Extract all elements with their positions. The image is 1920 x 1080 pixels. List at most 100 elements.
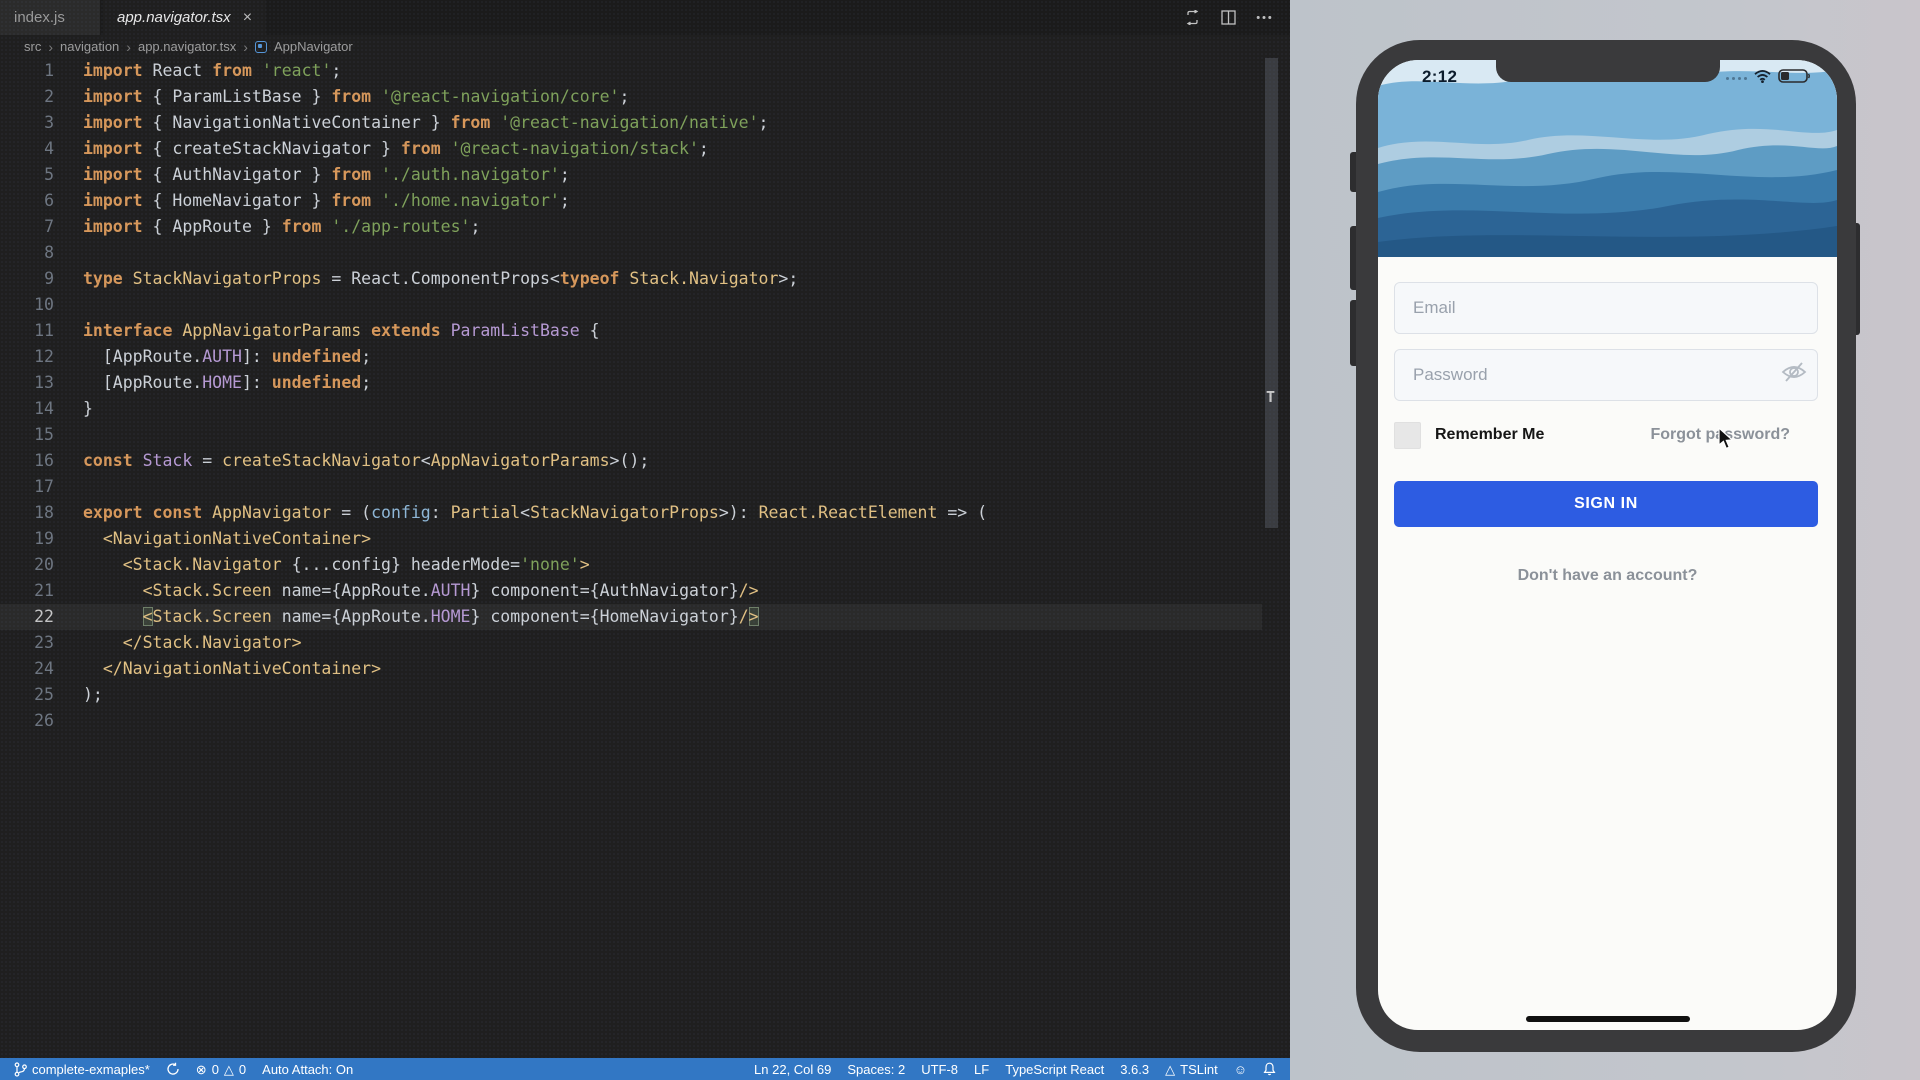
sync-item[interactable] — [166, 1062, 180, 1076]
line-number: 22 — [0, 604, 54, 630]
code-line[interactable]: 23 </Stack.Navigator> — [0, 630, 1262, 656]
code-line[interactable]: 24 </NavigationNativeContainer> — [0, 656, 1262, 682]
sign-in-button[interactable]: SIGN IN — [1394, 481, 1818, 527]
home-indicator[interactable] — [1526, 1016, 1690, 1022]
scrollbar-marker: T — [1266, 388, 1275, 406]
login-form: Remember Me Forgot password? SIGN IN Don… — [1378, 257, 1837, 1030]
code-line[interactable]: 16const Stack = createStackNavigator<App… — [0, 448, 1262, 474]
line-content: ); — [54, 682, 103, 708]
code-line[interactable]: 7import { AppRoute } from './app-routes'… — [0, 214, 1262, 240]
more-actions-icon[interactable] — [1256, 15, 1272, 20]
line-content — [54, 708, 83, 734]
encoding-item[interactable]: UTF-8 — [921, 1062, 958, 1077]
code-line[interactable]: 19 <NavigationNativeContainer> — [0, 526, 1262, 552]
problems-item[interactable]: ⊗ 0 △ 0 — [196, 1062, 246, 1077]
indentation-item[interactable]: Spaces: 2 — [847, 1062, 905, 1077]
notifications-bell-icon[interactable] — [1263, 1062, 1276, 1076]
code-line[interactable]: 3import { NavigationNativeContainer } fr… — [0, 110, 1262, 136]
line-number: 13 — [0, 370, 54, 396]
line-number: 14 — [0, 396, 54, 422]
editor-tab-bar: index.js app.navigator.tsx × — [0, 0, 1290, 35]
line-content — [54, 474, 83, 500]
git-branch-item[interactable]: complete-exmaples* — [14, 1062, 150, 1077]
close-icon[interactable]: × — [243, 9, 252, 27]
eol-item[interactable]: LF — [974, 1062, 989, 1077]
tab-index-js[interactable]: index.js — [0, 0, 100, 35]
email-input[interactable] — [1394, 282, 1818, 334]
warning-count: 0 — [239, 1062, 246, 1077]
tslint-item[interactable]: △ TSLint — [1165, 1062, 1218, 1077]
error-icon: ⊗ — [196, 1063, 207, 1076]
line-content: import { HomeNavigator } from './home.na… — [54, 188, 570, 214]
breadcrumb-item[interactable]: src — [24, 39, 41, 54]
line-content — [54, 240, 83, 266]
phone-status-bar: 2:12 — [1378, 60, 1837, 94]
git-branch-icon — [14, 1062, 27, 1077]
code-line[interactable]: 17 — [0, 474, 1262, 500]
auto-attach-item[interactable]: Auto Attach: On — [262, 1062, 353, 1077]
status-bar-left: complete-exmaples* ⊗ 0 △ 0 Auto Attach: … — [14, 1062, 353, 1077]
warning-icon: △ — [224, 1063, 234, 1076]
sync-icon — [166, 1062, 180, 1076]
code-line[interactable]: 25); — [0, 682, 1262, 708]
code-line[interactable]: 6import { HomeNavigator } from './home.n… — [0, 188, 1262, 214]
scrollbar-thumb[interactable] — [1265, 58, 1278, 528]
sign-up-link[interactable]: Don't have an account? — [1378, 567, 1837, 585]
line-number: 19 — [0, 526, 54, 552]
line-content: import { AuthNavigator } from './auth.na… — [54, 162, 570, 188]
line-number: 3 — [0, 110, 54, 136]
code-line[interactable]: 5import { AuthNavigator } from './auth.n… — [0, 162, 1262, 188]
code-line[interactable]: 26 — [0, 708, 1262, 734]
arrows-cycle-icon[interactable] — [1184, 10, 1201, 25]
line-number: 6 — [0, 188, 54, 214]
status-icons — [1726, 69, 1811, 88]
breadcrumb-separator: › — [48, 39, 53, 55]
code-line[interactable]: 12 [AppRoute.AUTH]: undefined; — [0, 344, 1262, 370]
line-content: } — [54, 396, 93, 422]
status-bar-right: Ln 22, Col 69 Spaces: 2 UTF-8 LF TypeScr… — [754, 1062, 1276, 1077]
line-content: import { createStackNavigator } from '@r… — [54, 136, 709, 162]
cursor-position-item[interactable]: Ln 22, Col 69 — [754, 1062, 831, 1077]
remember-label: Remember Me — [1435, 426, 1544, 444]
code-line[interactable]: 21 <Stack.Screen name={AppRoute.AUTH} co… — [0, 578, 1262, 604]
code-editor[interactable]: 1import React from 'react';2import { Par… — [0, 58, 1262, 1058]
forgot-password-link[interactable]: Forgot password? — [1650, 426, 1790, 444]
remember-checkbox[interactable] — [1394, 422, 1421, 449]
breadcrumb-item[interactable]: AppNavigator — [274, 39, 353, 54]
line-number: 21 — [0, 578, 54, 604]
breadcrumb-item[interactable]: app.navigator.tsx — [138, 39, 236, 54]
code-line[interactable]: 2import { ParamListBase } from '@react-n… — [0, 84, 1262, 110]
line-content: import { NavigationNativeContainer } fro… — [54, 110, 768, 136]
line-number: 25 — [0, 682, 54, 708]
eye-off-icon[interactable] — [1781, 360, 1807, 389]
line-content: [AppRoute.AUTH]: undefined; — [54, 344, 371, 370]
code-line[interactable]: 11interface AppNavigatorParams extends P… — [0, 318, 1262, 344]
line-number: 18 — [0, 500, 54, 526]
status-bar: complete-exmaples* ⊗ 0 △ 0 Auto Attach: … — [0, 1058, 1290, 1080]
code-line[interactable]: 22 <Stack.Screen name={AppRoute.HOME} co… — [0, 604, 1262, 630]
code-line[interactable]: 15 — [0, 422, 1262, 448]
line-number: 4 — [0, 136, 54, 162]
code-line[interactable]: 18export const AppNavigator = (config: P… — [0, 500, 1262, 526]
code-line[interactable]: 9type StackNavigatorProps = React.Compon… — [0, 266, 1262, 292]
breadcrumb-item[interactable]: navigation — [60, 39, 119, 54]
editor-scrollbar[interactable]: T — [1265, 58, 1278, 1058]
code-line[interactable]: 8 — [0, 240, 1262, 266]
ts-version-item[interactable]: 3.6.3 — [1120, 1062, 1149, 1077]
code-line[interactable]: 1import React from 'react'; — [0, 58, 1262, 84]
feedback-smiley-icon[interactable]: ☺ — [1234, 1063, 1247, 1076]
tab-app-navigator[interactable]: app.navigator.tsx × — [103, 0, 266, 35]
code-line[interactable]: 13 [AppRoute.HOME]: undefined; — [0, 370, 1262, 396]
line-content: [AppRoute.HOME]: undefined; — [54, 370, 371, 396]
line-content: export const AppNavigator = (config: Par… — [54, 500, 987, 526]
code-line[interactable]: 14} — [0, 396, 1262, 422]
code-line[interactable]: 10 — [0, 292, 1262, 318]
split-editor-icon[interactable] — [1221, 10, 1236, 25]
breadcrumb: src›navigation›app.navigator.tsx›AppNavi… — [0, 35, 1290, 58]
language-mode-item[interactable]: TypeScript React — [1005, 1062, 1104, 1077]
line-number: 17 — [0, 474, 54, 500]
password-input[interactable] — [1394, 349, 1818, 401]
code-line[interactable]: 20 <Stack.Navigator {...config} headerMo… — [0, 552, 1262, 578]
code-line[interactable]: 4import { createStackNavigator } from '@… — [0, 136, 1262, 162]
iphone-screen: 2:12 — [1378, 60, 1837, 1030]
